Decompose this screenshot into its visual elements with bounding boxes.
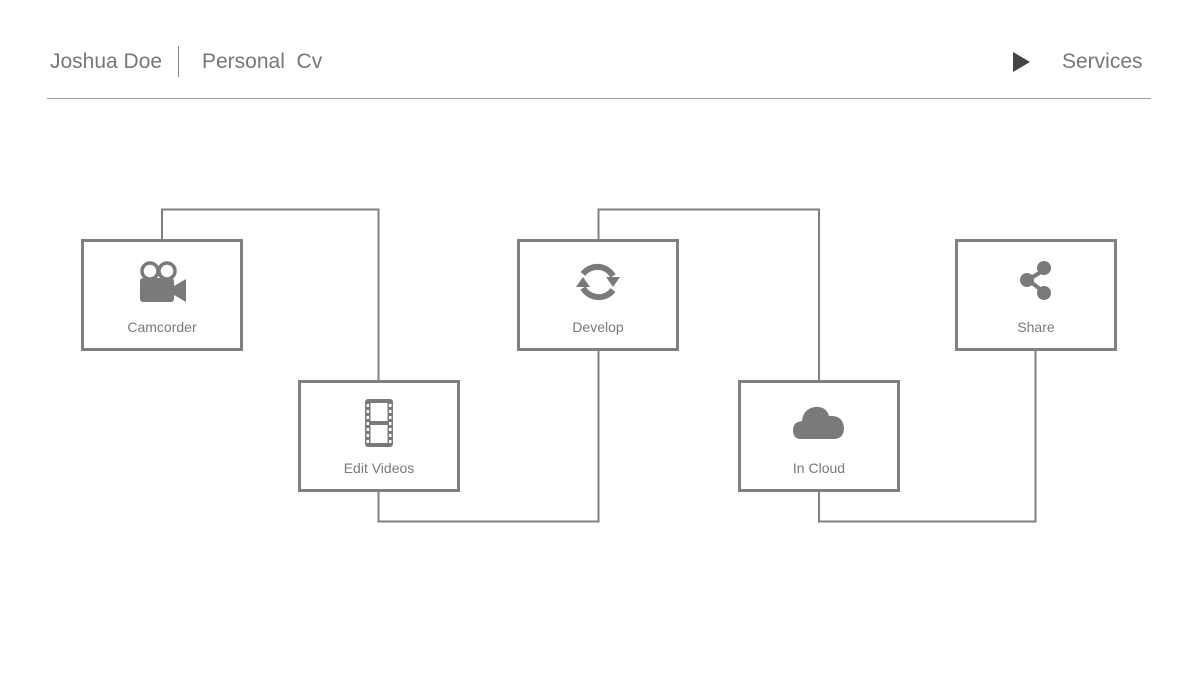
node-label: Develop	[572, 319, 624, 335]
node-label: Edit Videos	[343, 460, 415, 476]
node-in-cloud[interactable]: In Cloud	[738, 380, 900, 492]
node-label: In Cloud	[792, 460, 846, 476]
node-camcorder[interactable]: Camcorder	[81, 239, 243, 351]
refresh-icon	[576, 263, 620, 301]
node-label: Share	[1017, 319, 1055, 335]
film-icon	[365, 399, 393, 447]
node-develop[interactable]: Develop	[517, 239, 679, 351]
node-share[interactable]: Share	[955, 239, 1117, 351]
node-label: Camcorder	[127, 319, 197, 335]
node-edit-videos[interactable]: Edit Videos	[298, 380, 460, 492]
cloud-icon	[793, 406, 844, 439]
share-icon	[1020, 261, 1051, 300]
video-camera-icon	[140, 261, 186, 302]
